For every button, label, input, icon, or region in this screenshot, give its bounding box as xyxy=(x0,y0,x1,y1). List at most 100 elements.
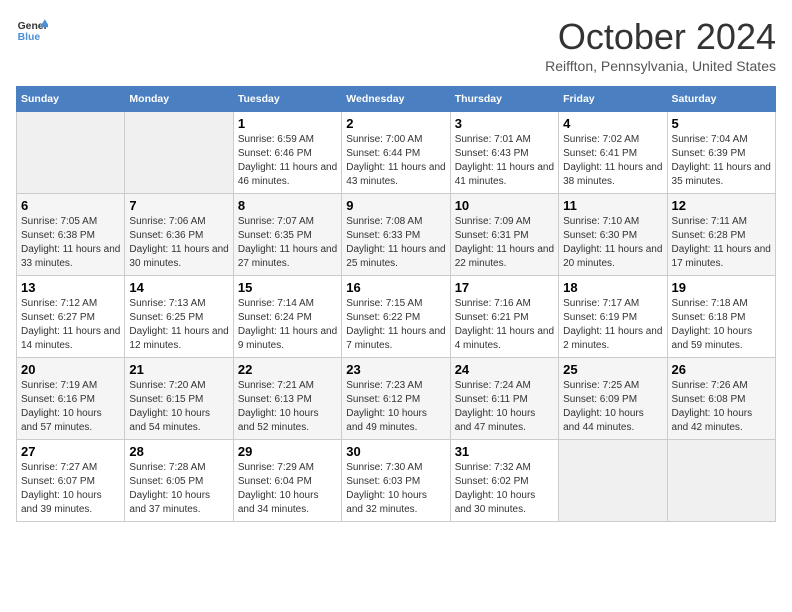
calendar-cell xyxy=(559,440,667,522)
day-info: Sunrise: 7:06 AMSunset: 6:36 PMDaylight:… xyxy=(129,215,228,271)
day-info: Sunrise: 7:04 AMSunset: 6:39 PMDaylight:… xyxy=(672,133,771,189)
calendar-cell: 2 Sunrise: 7:00 AMSunset: 6:44 PMDaylight… xyxy=(342,112,450,194)
day-info: Sunrise: 7:25 AMSunset: 6:09 PMDaylight:… xyxy=(563,379,662,435)
calendar-cell: 26Sunrise: 7:26 AMSunset: 6:08 PMDayligh… xyxy=(667,358,775,440)
week-row-3: 13 Sunrise: 7:12 AMSunset: 6:27 PMDayligh… xyxy=(17,276,776,358)
day-number: 27 xyxy=(21,444,120,459)
day-info: Sunrise: 7:02 AMSunset: 6:41 PMDaylight:… xyxy=(563,133,662,189)
calendar-cell: 28 Sunrise: 7:28 AMSunset: 6:05 PMDayligh… xyxy=(125,440,233,522)
calendar-cell: 9 Sunrise: 7:08 AMSunset: 6:33 PMDaylight… xyxy=(342,194,450,276)
day-info: Sunrise: 7:07 AMSunset: 6:35 PMDaylight:… xyxy=(238,215,337,271)
column-header-tuesday: Tuesday xyxy=(233,87,341,112)
day-info: Sunrise: 7:19 AMSunset: 6:16 PMDaylight:… xyxy=(21,379,120,435)
day-info: Sunrise: 7:12 AMSunset: 6:27 PMDaylight:… xyxy=(21,297,120,353)
calendar-cell: 4Sunrise: 7:02 AMSunset: 6:41 PMDaylight… xyxy=(559,112,667,194)
calendar-cell: 15 Sunrise: 7:14 AMSunset: 6:24 PMDayligh… xyxy=(233,276,341,358)
day-number: 16 xyxy=(346,280,445,295)
day-number: 15 xyxy=(238,280,337,295)
day-number: 18 xyxy=(563,280,662,295)
day-info: Sunrise: 7:28 AMSunset: 6:05 PMDaylight:… xyxy=(129,461,228,517)
day-info: Sunrise: 7:15 AMSunset: 6:22 PMDaylight:… xyxy=(346,297,445,353)
day-info: Sunrise: 7:29 AMSunset: 6:04 PMDaylight:… xyxy=(238,461,337,517)
day-number: 28 xyxy=(129,444,228,459)
day-number: 23 xyxy=(346,362,445,377)
day-number: 7 xyxy=(129,198,228,213)
day-number: 5 xyxy=(672,116,771,131)
calendar-cell: 23 Sunrise: 7:23 AMSunset: 6:12 PMDayligh… xyxy=(342,358,450,440)
calendar-cell: 16 Sunrise: 7:15 AMSunset: 6:22 PMDayligh… xyxy=(342,276,450,358)
day-number: 21 xyxy=(129,362,228,377)
calendar-cell: 20 Sunrise: 7:19 AMSunset: 6:16 PMDayligh… xyxy=(17,358,125,440)
day-info: Sunrise: 7:13 AMSunset: 6:25 PMDaylight:… xyxy=(129,297,228,353)
day-number: 31 xyxy=(455,444,554,459)
calendar-cell: 21 Sunrise: 7:20 AMSunset: 6:15 PMDayligh… xyxy=(125,358,233,440)
calendar-cell xyxy=(17,112,125,194)
day-number: 22 xyxy=(238,362,337,377)
day-info: Sunrise: 7:20 AMSunset: 6:15 PMDaylight:… xyxy=(129,379,228,435)
calendar-cell: 14 Sunrise: 7:13 AMSunset: 6:25 PMDayligh… xyxy=(125,276,233,358)
day-number: 19 xyxy=(672,280,771,295)
svg-text:Blue: Blue xyxy=(18,32,41,43)
day-info: Sunrise: 7:18 AMSunset: 6:18 PMDaylight:… xyxy=(672,297,771,353)
calendar-cell: 17 Sunrise: 7:16 AMSunset: 6:21 PMDayligh… xyxy=(450,276,558,358)
day-info: Sunrise: 7:27 AMSunset: 6:07 PMDaylight:… xyxy=(21,461,120,517)
calendar-cell: 22 Sunrise: 7:21 AMSunset: 6:13 PMDayligh… xyxy=(233,358,341,440)
day-info: Sunrise: 7:11 AMSunset: 6:28 PMDaylight:… xyxy=(672,215,771,271)
day-number: 11 xyxy=(563,198,662,213)
column-header-thursday: Thursday xyxy=(450,87,558,112)
day-number: 12 xyxy=(672,198,771,213)
calendar-cell: 25 Sunrise: 7:25 AMSunset: 6:09 PMDayligh… xyxy=(559,358,667,440)
day-info: Sunrise: 7:23 AMSunset: 6:12 PMDaylight:… xyxy=(346,379,445,435)
calendar-cell: 12 Sunrise: 7:11 AMSunset: 6:28 PMDayligh… xyxy=(667,194,775,276)
day-info: Sunrise: 7:32 AMSunset: 6:02 PMDaylight:… xyxy=(455,461,554,517)
calendar-cell: 3 Sunrise: 7:01 AMSunset: 6:43 PMDaylight… xyxy=(450,112,558,194)
calendar-cell: 27 Sunrise: 7:27 AMSunset: 6:07 PMDayligh… xyxy=(17,440,125,522)
day-number: 30 xyxy=(346,444,445,459)
month-title: October 2024 xyxy=(545,16,776,58)
day-info: Sunrise: 7:24 AMSunset: 6:11 PMDaylight:… xyxy=(455,379,554,435)
column-header-monday: Monday xyxy=(125,87,233,112)
day-info: Sunrise: 7:09 AMSunset: 6:31 PMDaylight:… xyxy=(455,215,554,271)
location: Reiffton, Pennsylvania, United States xyxy=(545,58,776,74)
day-number: 9 xyxy=(346,198,445,213)
day-number: 17 xyxy=(455,280,554,295)
calendar-cell: 18Sunrise: 7:17 AMSunset: 6:19 PMDayligh… xyxy=(559,276,667,358)
day-info: Sunrise: 6:59 AMSunset: 6:46 PMDaylight:… xyxy=(238,133,337,189)
day-info: Sunrise: 7:30 AMSunset: 6:03 PMDaylight:… xyxy=(346,461,445,517)
column-header-wednesday: Wednesday xyxy=(342,87,450,112)
calendar-cell: 5 Sunrise: 7:04 AMSunset: 6:39 PMDaylight… xyxy=(667,112,775,194)
day-number: 2 xyxy=(346,116,445,131)
day-number: 29 xyxy=(238,444,337,459)
calendar-cell: 8Sunrise: 7:07 AMSunset: 6:35 PMDaylight… xyxy=(233,194,341,276)
day-info: Sunrise: 7:00 AMSunset: 6:44 PMDaylight:… xyxy=(346,133,445,189)
day-info: Sunrise: 7:08 AMSunset: 6:33 PMDaylight:… xyxy=(346,215,445,271)
column-header-friday: Friday xyxy=(559,87,667,112)
day-number: 3 xyxy=(455,116,554,131)
calendar-cell: 6Sunrise: 7:05 AMSunset: 6:38 PMDaylight… xyxy=(17,194,125,276)
day-number: 1 xyxy=(238,116,337,131)
calendar-cell: 1 Sunrise: 6:59 AMSunset: 6:46 PMDaylight… xyxy=(233,112,341,194)
day-number: 13 xyxy=(21,280,120,295)
day-info: Sunrise: 7:21 AMSunset: 6:13 PMDaylight:… xyxy=(238,379,337,435)
calendar-cell: 31 Sunrise: 7:32 AMSunset: 6:02 PMDayligh… xyxy=(450,440,558,522)
column-header-saturday: Saturday xyxy=(667,87,775,112)
day-info: Sunrise: 7:01 AMSunset: 6:43 PMDaylight:… xyxy=(455,133,554,189)
day-number: 26 xyxy=(672,362,771,377)
calendar-cell: 11 Sunrise: 7:10 AMSunset: 6:30 PMDayligh… xyxy=(559,194,667,276)
calendar-table: SundayMondayTuesdayWednesdayThursdayFrid… xyxy=(16,86,776,522)
calendar-cell: 24Sunrise: 7:24 AMSunset: 6:11 PMDayligh… xyxy=(450,358,558,440)
logo-icon: General Blue xyxy=(16,16,48,44)
calendar-cell: 29 Sunrise: 7:29 AMSunset: 6:04 PMDayligh… xyxy=(233,440,341,522)
calendar-cell: 10Sunrise: 7:09 AMSunset: 6:31 PMDayligh… xyxy=(450,194,558,276)
day-number: 20 xyxy=(21,362,120,377)
day-info: Sunrise: 7:14 AMSunset: 6:24 PMDaylight:… xyxy=(238,297,337,353)
calendar-cell: 13 Sunrise: 7:12 AMSunset: 6:27 PMDayligh… xyxy=(17,276,125,358)
week-row-2: 6Sunrise: 7:05 AMSunset: 6:38 PMDaylight… xyxy=(17,194,776,276)
day-info: Sunrise: 7:16 AMSunset: 6:21 PMDaylight:… xyxy=(455,297,554,353)
title-block: October 2024 Reiffton, Pennsylvania, Uni… xyxy=(545,16,776,74)
day-number: 14 xyxy=(129,280,228,295)
calendar-cell: 30 Sunrise: 7:30 AMSunset: 6:03 PMDayligh… xyxy=(342,440,450,522)
column-header-sunday: Sunday xyxy=(17,87,125,112)
day-info: Sunrise: 7:10 AMSunset: 6:30 PMDaylight:… xyxy=(563,215,662,271)
day-number: 25 xyxy=(563,362,662,377)
